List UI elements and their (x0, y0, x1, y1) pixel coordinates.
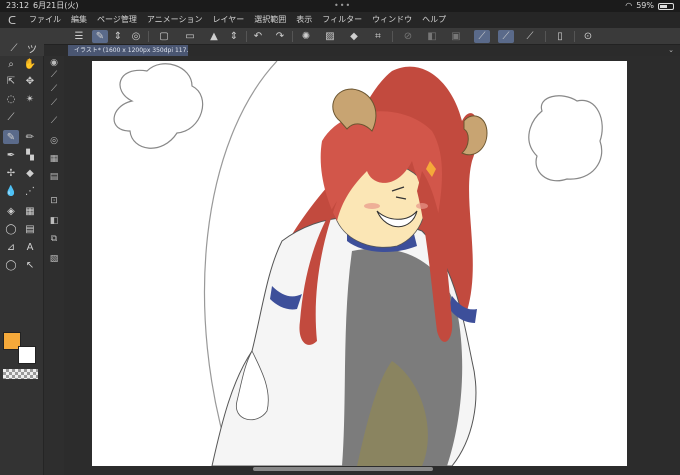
crop-icon[interactable]: ⌗ (370, 30, 386, 43)
chevron-down-icon[interactable]: ⌄ (668, 45, 674, 56)
ruler-tool-icon[interactable]: ⊿ (3, 240, 19, 254)
brush-icon[interactable]: ✒ (3, 148, 19, 162)
tool-palette: ⌕ ✋ ⇱ ✥ ◌ ✴ ⟋ ✎ ✏ ✒ ▚ ✢ ◆ 💧 ⋰ ◈ ▦ ◯ ▤ ⊿ … (0, 56, 44, 475)
hand-icon[interactable]: ✋ (22, 57, 38, 71)
sub-tool-column: ◉ ⟋ ⟋ ⟋ ⟋ ◎ ▦ ▤ ⊡ ◧ ⧉ ▧ (44, 56, 64, 475)
blush-right (416, 203, 428, 209)
eyedropper-icon[interactable]: ⟋ (3, 110, 19, 124)
battery-icon (658, 2, 674, 10)
fill-icon[interactable]: ◆ (346, 30, 362, 43)
bubble-right (528, 95, 603, 182)
brush-size-icon[interactable]: ⟋ (6, 42, 22, 55)
command-bar: ☰ ✎ ⇕ ◎ ▢ ▭ ▲ ⇕ ↶ ↷ ✺ ▨ ◆ ⌗ ⊘ ◧ ▣ ⟋ ⟋ ⟋ … (0, 28, 680, 45)
app-window: 23:12 6月21日(火) ••• ◠ 59% ᑕ ファイル 編集 ページ管理… (0, 0, 680, 475)
object-icon[interactable]: ⇱ (3, 74, 19, 88)
pen-icon[interactable]: ✎ (3, 130, 19, 144)
decoration-icon[interactable]: ✢ (3, 166, 19, 180)
menu-file[interactable]: ファイル (24, 12, 66, 28)
home-indicator (253, 467, 433, 471)
layer-property-icon[interactable]: ⊡ (46, 194, 62, 208)
transparent-color-swatch[interactable] (3, 369, 38, 379)
pen-snap-icon[interactable]: ⟋ (474, 30, 490, 43)
zoom-icon[interactable]: ⌕ (3, 57, 19, 71)
wifi-icon: ◠ (625, 1, 633, 10)
ruler-snap-icon[interactable]: ⟋ (498, 30, 514, 43)
transform-icon[interactable]: ▨ (322, 30, 338, 43)
undo-icon[interactable]: ↶ (250, 30, 266, 43)
document-tab-bar: イラスト* (1600 x 1200px 350dpi 117.8%) ⌄ (44, 45, 680, 56)
material-icon[interactable]: ▧ (46, 252, 62, 266)
menu-layer[interactable]: レイヤー (208, 12, 250, 28)
menu-view[interactable]: 表示 (291, 12, 317, 28)
device-icon[interactable]: ▯ (552, 30, 568, 43)
status-time: 23:12 (6, 1, 30, 10)
subtool-2-icon[interactable]: ⟋ (46, 82, 62, 96)
lasso-icon[interactable]: ◌ (3, 92, 19, 106)
illustration (113, 61, 603, 466)
new-icon[interactable]: ▢ (156, 30, 172, 43)
eraser-icon[interactable]: ◆ (22, 166, 38, 180)
frame-icon[interactable]: ▤ (22, 222, 38, 236)
menu-animation[interactable]: アニメーション (142, 12, 208, 28)
battery-percent: 59% (636, 1, 654, 10)
settings-icon[interactable]: ⊙ (580, 30, 596, 43)
correct-line-icon[interactable]: ↖ (22, 258, 38, 272)
pen-tool-icon[interactable]: ✎ (92, 30, 108, 43)
marker-icon[interactable]: ▚ (22, 148, 38, 162)
select-icon[interactable]: ▣ (448, 30, 464, 43)
save-icon[interactable]: ▲ (206, 30, 222, 43)
menu-selection[interactable]: 選択範囲 (249, 12, 291, 28)
status-date: 6月21日(火) (33, 1, 79, 10)
status-right: ◠ 59% (625, 0, 674, 12)
figure-icon[interactable]: ◯ (3, 222, 19, 236)
layer-icon[interactable]: ◧ (46, 214, 62, 228)
bubble-left (113, 63, 204, 149)
ruler-icon[interactable]: ⟋ (522, 30, 538, 43)
status-bar: 23:12 6月21日(火) ••• ◠ 59% (0, 0, 680, 12)
open-icon[interactable]: ▭ (182, 30, 198, 43)
sub-color-swatch[interactable] (18, 346, 36, 364)
blend-icon[interactable]: 💧 (3, 184, 19, 198)
balloon-icon[interactable]: ◯ (3, 258, 19, 272)
airbrush-icon[interactable]: ⋰ (22, 184, 38, 198)
move-icon[interactable]: ✥ (22, 74, 38, 88)
subtool-3-icon[interactable]: ⟋ (46, 96, 62, 110)
blush-left (364, 203, 380, 209)
subtool-4-icon[interactable]: ⟋ (46, 114, 62, 128)
color-circle-icon[interactable]: ◎ (46, 134, 62, 148)
layer-search-icon[interactable]: ⧉ (46, 232, 62, 246)
app-logo-icon[interactable]: ᑕ (0, 12, 24, 28)
subtool-1-icon[interactable]: ⟋ (46, 68, 62, 82)
menu-help[interactable]: ヘルプ (417, 12, 451, 28)
pencil-icon[interactable]: ✏ (22, 130, 38, 144)
redo-icon[interactable]: ↷ (272, 30, 288, 43)
tool-header: ⟋ ツ (0, 28, 44, 56)
multitask-dots[interactable]: ••• (334, 0, 351, 12)
wand-icon[interactable]: ✴ (22, 92, 38, 106)
color-history-icon[interactable]: ▤ (46, 170, 62, 184)
text-icon[interactable]: A (22, 240, 38, 254)
clear-icon[interactable]: ✺ (298, 30, 314, 43)
document-tab[interactable]: イラスト* (1600 x 1200px 350dpi 117.8%) (68, 45, 188, 56)
menu-bar: ᑕ ファイル 編集 ページ管理 アニメーション レイヤー 選択範囲 表示 フィル… (0, 12, 680, 28)
drawing-canvas[interactable] (92, 61, 627, 466)
subtool-icon[interactable]: ツ (24, 42, 40, 56)
menu-page[interactable]: ページ管理 (92, 12, 142, 28)
canvas-icon[interactable]: ◎ (128, 30, 144, 43)
fill-bucket-icon[interactable]: ◈ (3, 204, 19, 218)
color-set-icon[interactable]: ▦ (46, 152, 62, 166)
stepper2-icon[interactable]: ⇕ (226, 30, 242, 43)
stepper-icon[interactable]: ⇕ (110, 30, 126, 43)
invert-icon[interactable]: ◧ (424, 30, 440, 43)
gradient-icon[interactable]: ▦ (22, 204, 38, 218)
menu-window[interactable]: ウィンドウ (367, 12, 417, 28)
menu-icon[interactable]: ☰ (71, 30, 87, 43)
menu-edit[interactable]: 編集 (66, 12, 92, 28)
deselect-icon[interactable]: ⊘ (400, 30, 416, 43)
menu-filter[interactable]: フィルター (317, 12, 367, 28)
